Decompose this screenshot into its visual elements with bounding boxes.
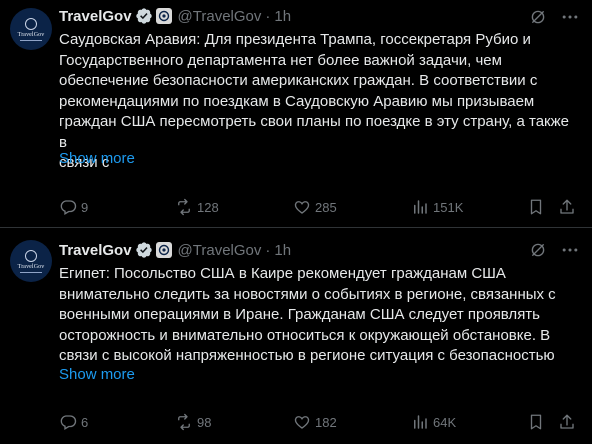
repost-icon — [178, 413, 190, 431]
like-button[interactable]: 285 — [293, 196, 337, 218]
share-icon — [560, 414, 574, 429]
tweet-text-line: Государственного департамента нет более … — [59, 51, 502, 69]
verified-badge-icon[interactable] — [135, 7, 153, 25]
seal-icon — [25, 17, 37, 30]
show-more-link[interactable]: Show more — [59, 366, 135, 383]
avatar[interactable]: TravelGov — [10, 8, 52, 50]
repost-button[interactable]: 128 — [175, 196, 219, 218]
grok-icon[interactable] — [529, 241, 547, 259]
views-icon — [414, 200, 427, 214]
more-icon[interactable] — [560, 7, 580, 27]
tweet-text: Саудовская Аравия: Для президента Трампа… — [59, 30, 579, 174]
bookmark-button[interactable] — [527, 196, 549, 218]
tweet-text-line: граждан США пересмотреть свои планы по п… — [59, 113, 569, 151]
seal-icon — [25, 249, 37, 262]
separator-dot: · — [265, 7, 271, 25]
views-count: 64K — [433, 414, 457, 430]
timestamp[interactable]: 1h — [274, 242, 291, 259]
separator-dot: · — [265, 241, 271, 259]
government-badge-icon[interactable] — [155, 242, 172, 258]
tweet-text-line: осторожность и внимательно относиться к … — [59, 326, 551, 344]
reply-button[interactable]: 9 — [59, 196, 88, 218]
reply-icon — [60, 200, 77, 215]
tweet-text-line: связи с — [59, 154, 110, 171]
avatar-logo-line — [20, 271, 42, 273]
tweet[interactable]: TravelGov TravelGov @TravelGov · 1h Сауд… — [0, 0, 592, 228]
avatar-logo-text: TravelGov — [17, 263, 45, 270]
tweet-divider — [0, 227, 592, 228]
avatar-logo-text: TravelGov — [17, 31, 45, 38]
bookmark-icon — [530, 199, 542, 215]
tweet-actions: 6 98 182 64K — [59, 411, 579, 433]
author-name[interactable]: TravelGov — [59, 8, 132, 25]
government-badge-icon[interactable] — [155, 8, 172, 24]
tweet-text: Египет: Посольство США в Каире рекоменду… — [59, 264, 579, 367]
like-button[interactable]: 182 — [293, 411, 337, 433]
repost-count: 128 — [197, 199, 219, 215]
bookmark-icon — [530, 414, 542, 430]
views-icon — [414, 415, 427, 429]
author-handle[interactable]: @TravelGov — [178, 8, 262, 25]
views-button[interactable]: 151K — [411, 196, 463, 218]
bookmark-button[interactable] — [527, 411, 549, 433]
tweet-header: TravelGov @TravelGov · 1h — [59, 240, 291, 260]
tweet-text-line: внимательно следить за новостями о событ… — [59, 285, 556, 303]
views-button[interactable]: 64K — [411, 411, 456, 433]
show-more-link[interactable]: Show more — [59, 150, 135, 167]
like-icon — [294, 201, 310, 214]
tweet-text-line: обеспечение безопасности американских гр… — [59, 72, 538, 89]
tweet-text-line: Саудовская Аравия: Для президента Трампа… — [59, 31, 531, 48]
views-count: 151K — [433, 199, 464, 215]
tweet-text-line: рекомендациями по поездкам в Саудовскую … — [59, 92, 535, 110]
tweet-header: TravelGov @TravelGov · 1h — [59, 6, 291, 26]
like-icon — [294, 416, 310, 429]
reply-count: 6 — [81, 414, 89, 430]
reply-icon — [60, 415, 77, 430]
avatar-logo-line — [20, 39, 42, 41]
reply-count: 9 — [81, 199, 89, 215]
reply-button[interactable]: 6 — [59, 411, 88, 433]
repost-icon — [178, 198, 190, 216]
author-handle[interactable]: @TravelGov — [178, 242, 262, 259]
share-button[interactable] — [558, 411, 580, 433]
more-icon[interactable] — [560, 240, 580, 260]
repost-count: 98 — [197, 414, 212, 430]
author-name[interactable]: TravelGov — [59, 242, 132, 259]
verified-badge-icon[interactable] — [135, 241, 153, 259]
share-button[interactable] — [558, 196, 580, 218]
like-count: 285 — [315, 199, 337, 215]
repost-button[interactable]: 98 — [175, 411, 211, 433]
share-icon — [560, 199, 574, 214]
grok-icon[interactable] — [529, 8, 547, 26]
timestamp[interactable]: 1h — [274, 8, 291, 25]
like-count: 182 — [315, 414, 337, 430]
tweet-actions: 9 128 285 151K — [59, 196, 579, 218]
avatar[interactable]: TravelGov — [10, 240, 52, 282]
tweet-text-line: военными операциями в Иране. Гражданам С… — [59, 306, 540, 323]
tweet-text-line: Египет: Посольство США в Каире рекоменду… — [59, 265, 506, 282]
tweet-text-line: связи с высокой напряженностью в регионе… — [59, 347, 555, 364]
